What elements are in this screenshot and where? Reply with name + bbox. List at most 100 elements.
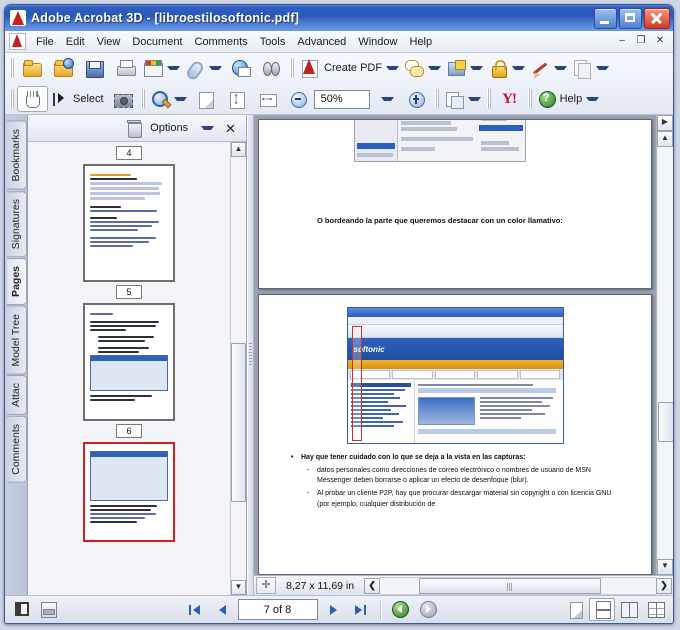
page-thumbnail[interactable] [83,303,175,421]
web-capture-button[interactable] [225,55,256,81]
next-view-button[interactable] [416,598,442,621]
menu-help[interactable]: Help [403,34,438,50]
scroll-left-arrow[interactable]: ❮ [364,577,381,594]
chevron-down-icon[interactable] [428,66,442,70]
organizer-button[interactable] [48,55,79,81]
layers-button[interactable] [35,598,61,621]
sidebar-item-comments[interactable]: Comments [7,416,27,483]
close-panel-button[interactable]: ✕ [223,122,238,135]
chevron-down-icon[interactable] [173,97,187,101]
menu-comments[interactable]: Comments [189,34,254,50]
mdi-close-button[interactable]: ✕ [651,33,669,50]
page-thumbnail[interactable] [83,164,175,282]
toolbar-grip[interactable] [527,89,532,109]
continuous-layout-button[interactable] [589,598,615,621]
scroll-page-up-arrow[interactable]: ▶ [657,115,673,131]
toolbar-grip[interactable] [10,89,14,109]
email-button[interactable] [141,55,183,81]
mdi-minimize-button[interactable]: – [613,33,631,50]
sign-button[interactable] [528,55,570,81]
pan-handle-button[interactable] [256,577,276,594]
select-tool[interactable]: Select [48,86,107,112]
scroll-down-arrow[interactable]: ▼ [231,580,246,595]
page-thumbnail-selected[interactable] [83,442,175,542]
zoom-in-button[interactable] [401,86,432,112]
previous-view-button[interactable] [388,598,414,621]
panel-splitter[interactable] [247,115,254,595]
first-page-button[interactable] [182,598,208,621]
document-scrollbar[interactable]: ▶ ▲ ▼ [656,115,673,575]
menu-document[interactable]: Document [126,34,188,50]
facing-layout-button[interactable] [616,598,642,621]
page-number-input[interactable]: 7 of 8 [237,599,318,620]
print-button[interactable] [110,55,141,81]
create-pdf-button[interactable]: Create PDF [297,55,402,81]
toolbar-grip[interactable] [434,89,439,109]
chevron-down-icon[interactable] [554,66,568,70]
save-button[interactable] [79,55,110,81]
last-page-button[interactable] [348,598,374,621]
open-button[interactable] [17,55,48,81]
zoom-in-tool[interactable] [148,86,190,112]
fit-width-button[interactable] [252,86,283,112]
sidebar-item-attachments[interactable]: Attac [7,375,27,416]
scroll-track-horizontal[interactable] [380,576,656,595]
chevron-down-icon[interactable] [467,97,481,101]
thumbnails-scrollbar[interactable]: ▲ ▼ [230,142,246,595]
scroll-thumb[interactable] [657,402,673,442]
menu-tools[interactable]: Tools [254,34,292,50]
scroll-track[interactable] [231,157,246,580]
help-button[interactable]: Help [535,86,603,112]
delete-pages-icon[interactable] [127,120,143,138]
previous-page-button[interactable] [210,598,236,621]
chevron-down-icon[interactable] [167,66,180,70]
chevron-down-icon[interactable] [380,97,394,101]
toolbar-grip[interactable] [140,89,145,109]
sidebar-item-model-tree[interactable]: Model Tree [7,305,27,375]
chevron-down-icon[interactable] [512,66,526,70]
sidebar-item-signatures[interactable]: Signatures [7,190,27,257]
menu-file[interactable]: File [30,34,60,50]
toolbar-grip[interactable] [290,58,294,78]
menu-edit[interactable]: Edit [60,34,91,50]
continuous-facing-layout-button[interactable] [643,598,669,621]
secure-button[interactable] [486,55,528,81]
page-setup-button[interactable] [442,86,484,112]
mdi-restore-button[interactable]: ❐ [632,33,650,50]
snapshot-tool[interactable] [107,86,138,112]
zoom-dropdown-button[interactable] [370,86,401,112]
toolbar-grip[interactable] [10,58,14,78]
scroll-thumb[interactable] [231,343,246,502]
close-button[interactable] [644,7,670,29]
chevron-down-icon[interactable] [586,97,600,101]
zoom-out-button[interactable] [283,86,314,112]
chevron-down-icon[interactable] [386,66,400,70]
search-button[interactable] [256,55,287,81]
single-page-layout-button[interactable] [562,598,588,621]
document-page-lower[interactable]: softonic • Hay que tener cuidado con lo … [258,294,652,575]
minimize-button[interactable] [594,7,617,29]
review-and-comment-button[interactable] [402,55,444,81]
list-item[interactable]: 6 [28,421,230,542]
menu-window[interactable]: Window [352,34,403,50]
menu-advanced[interactable]: Advanced [291,34,352,50]
zoom-level-input[interactable]: 50% [313,89,370,109]
list-item[interactable]: 5 [28,282,230,421]
fit-page-button[interactable] [221,86,252,112]
menu-view[interactable]: View [91,34,127,50]
options-label[interactable]: Options [150,122,188,134]
attach-button[interactable] [183,55,225,81]
sidebar-item-bookmarks[interactable]: Bookmarks [7,121,27,190]
next-page-button[interactable] [320,598,346,621]
list-item[interactable]: 4 [28,146,230,282]
stamp-button[interactable] [444,55,486,81]
document-page-upper[interactable]: O bordeando la parte que queremos destac… [258,119,652,289]
scroll-down-arrow[interactable]: ▼ [657,559,673,575]
scroll-thumb-horizontal[interactable] [418,577,601,594]
chevron-down-icon[interactable] [209,66,222,70]
show-nav-pane-button[interactable] [9,598,35,621]
horizontal-scrollbar[interactable]: ❮ ❯ [364,576,672,595]
yahoo-search-button[interactable]: Y! [494,86,525,112]
actual-size-button[interactable] [190,86,221,112]
chevron-down-icon[interactable] [596,66,610,70]
